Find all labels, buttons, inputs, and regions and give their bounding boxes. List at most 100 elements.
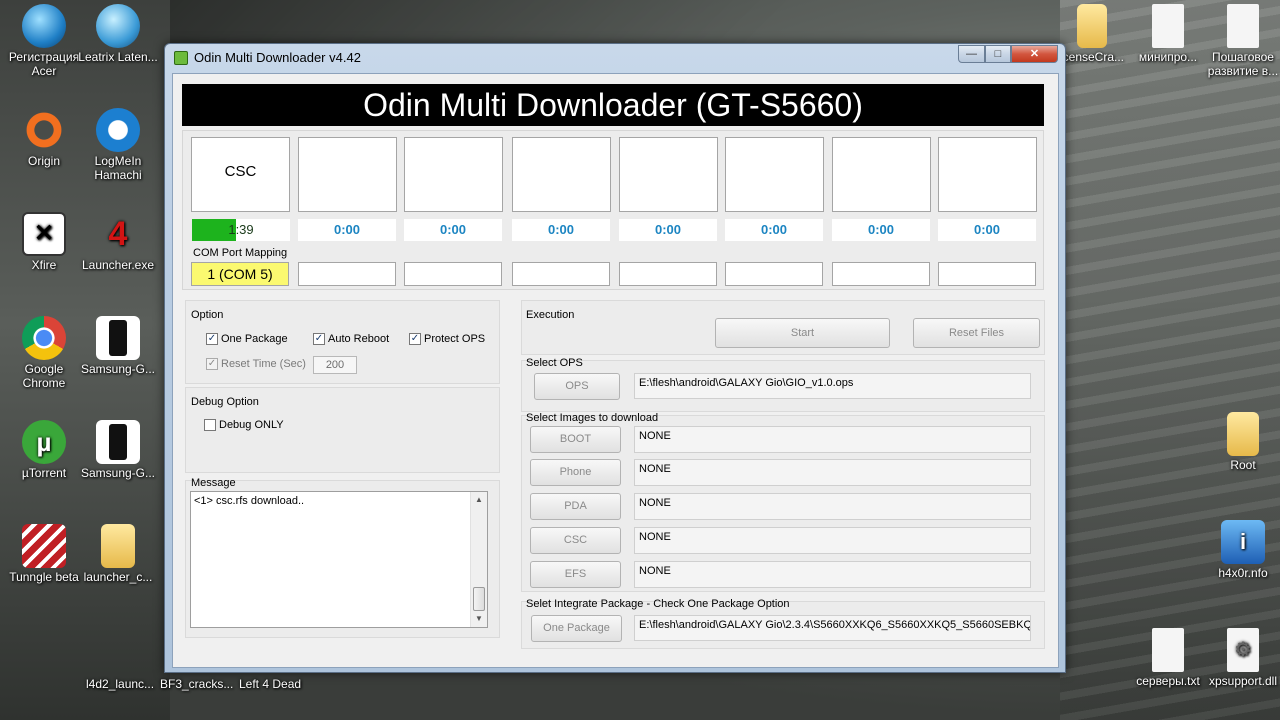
device-slots-panel: CSC 1:39 0:00 0:00 0:00 0:00 0:00 0:00 0… [182, 130, 1044, 290]
option-title: Option [191, 309, 224, 321]
desktop-icon-samsung-2[interactable]: Samsung-G... [78, 420, 158, 480]
slot-4 [512, 137, 611, 212]
desktop-label-l4d2[interactable]: l4d2_launc... [86, 677, 154, 691]
desktop-icon-root[interactable]: Root [1203, 412, 1280, 472]
slot-6-time: 0:00 [725, 219, 823, 241]
desktop-icon-xfire[interactable]: ✕ Xfire [4, 212, 84, 272]
slot-5 [619, 137, 718, 212]
phone-icon [96, 316, 140, 360]
boot-path-field[interactable]: NONE [634, 426, 1031, 453]
gear-file-icon: ⚙ [1227, 628, 1259, 672]
com-port-3 [404, 262, 502, 286]
folder-icon [1077, 4, 1107, 48]
slot-1-time: 1:39 [228, 222, 254, 237]
csc-path-field[interactable]: NONE [634, 527, 1031, 554]
folder-icon [1227, 412, 1259, 456]
window-title: Odin Multi Downloader v4.42 [194, 50, 361, 65]
message-log[interactable]: <1> csc.rfs download.. ▲ ▼ [190, 491, 488, 628]
desktop-label-bf3[interactable]: BF3_cracks... [160, 677, 233, 691]
window-client-area: Odin Multi Downloader (GT-S5660) CSC 1:3… [172, 73, 1059, 668]
select-images-title: Select Images to download [526, 412, 659, 424]
globe-icon [96, 4, 140, 48]
scroll-thumb[interactable] [473, 587, 485, 611]
close-button[interactable]: ✕ [1011, 45, 1058, 63]
desktop-icon-h4x0r[interactable]: i h4x0r.nfo [1203, 520, 1280, 580]
desktop-background-right [1060, 0, 1280, 720]
scroll-up-arrow-icon[interactable]: ▲ [471, 492, 487, 508]
efs-path-field[interactable]: NONE [634, 561, 1031, 588]
com-port-4 [512, 262, 610, 286]
com-port-2 [298, 262, 396, 286]
scroll-down-arrow-icon[interactable]: ▼ [471, 611, 487, 627]
pda-path-field[interactable]: NONE [634, 493, 1031, 520]
phone-button[interactable]: Phone [530, 459, 621, 486]
debug-option-title: Debug Option [191, 396, 259, 408]
slot-2-time: 0:00 [298, 219, 396, 241]
debug-only-label: Debug ONLY [219, 419, 284, 431]
desktop-icon-poshagovoe[interactable]: Пошаговое развитие в... [1203, 4, 1280, 78]
left4dead-icon: 4 [108, 215, 128, 253]
csc-button[interactable]: CSC [530, 527, 621, 554]
integrate-package-path-field[interactable]: E:\flesh\android\GALAXY Gio\2.3.4\S5660X… [634, 615, 1031, 641]
desktop-icon-leatrix[interactable]: Leatrix Laten... [78, 4, 158, 64]
boot-button[interactable]: BOOT [530, 426, 621, 453]
phone-path-field[interactable]: NONE [634, 459, 1031, 486]
ops-path-field[interactable]: E:\flesh\android\GALAXY Gio\GIO_v1.0.ops [634, 373, 1031, 399]
info-icon: i [1221, 520, 1265, 564]
document-icon [1152, 4, 1184, 48]
com-port-6 [725, 262, 823, 286]
window-titlebar[interactable]: Odin Multi Downloader v4.42 — □ ✕ [165, 44, 1065, 72]
ops-button[interactable]: OPS [534, 373, 620, 400]
com-port-5 [619, 262, 717, 286]
pda-button[interactable]: PDA [530, 493, 621, 520]
protect-ops-checkbox[interactable]: ✓ Protect OPS [409, 333, 485, 345]
efs-button[interactable]: EFS [530, 561, 621, 588]
message-group: Message <1> csc.rfs download.. ▲ ▼ [185, 477, 500, 638]
desktop-icon-origin[interactable]: Origin [4, 108, 84, 168]
message-title: Message [191, 477, 236, 489]
document-icon [1152, 628, 1184, 672]
reset-files-button[interactable]: Reset Files [913, 318, 1040, 348]
desktop-icon-launcher[interactable]: 4 Launcher.exe [78, 212, 158, 272]
slot-7-time: 0:00 [832, 219, 930, 241]
desktop-label-left4dead[interactable]: Left 4 Dead [239, 677, 301, 691]
document-icon [1227, 4, 1259, 48]
phone-icon [96, 420, 140, 464]
auto-reboot-checkbox[interactable]: ✓ Auto Reboot [313, 333, 389, 345]
hamachi-icon [96, 108, 140, 152]
integrate-package-title: Selet Integrate Package - Check One Pack… [526, 598, 790, 610]
one-package-checkbox[interactable]: ✓ One Package [206, 333, 288, 345]
integrate-package-group: Selet Integrate Package - Check One Pack… [521, 598, 1045, 649]
com-port-1: 1 (COM 5) [191, 262, 289, 286]
checkmark-icon: ✓ [313, 333, 325, 345]
debug-option-group: Debug Option Debug ONLY [185, 387, 500, 473]
desktop-icon-servers[interactable]: серверы.txt [1128, 628, 1208, 688]
protect-ops-label: Protect OPS [424, 333, 486, 345]
auto-reboot-label: Auto Reboot [328, 333, 390, 345]
slot-3-time: 0:00 [404, 219, 502, 241]
message-scrollbar[interactable]: ▲ ▼ [470, 492, 487, 627]
desktop-icon-utorrent[interactable]: µ µTorrent [4, 420, 84, 480]
reset-time-checkbox[interactable]: ✓ Reset Time (Sec) [206, 358, 306, 370]
debug-only-checkbox[interactable]: Debug ONLY [204, 419, 284, 431]
desktop-icon-launcher-c[interactable]: launcher_c... [78, 524, 158, 584]
desktop-icon-samsung-1[interactable]: Samsung-G... [78, 316, 158, 376]
start-button[interactable]: Start [715, 318, 890, 348]
slot-1-timer: 1:39 [192, 219, 290, 241]
com-port-mapping-label: COM Port Mapping [193, 247, 288, 259]
app-banner: Odin Multi Downloader (GT-S5660) [182, 84, 1044, 126]
desktop-icon-xpsupport[interactable]: ⚙ xpsupport.dll [1203, 628, 1280, 688]
desktop-icon-acer-registration[interactable]: Регистрация Acer [4, 4, 84, 78]
one-package-button[interactable]: One Package [531, 615, 622, 642]
maximize-button[interactable]: □ [985, 45, 1011, 63]
utorrent-icon: µ [22, 420, 66, 464]
message-text: <1> csc.rfs download.. [194, 495, 305, 507]
desktop-icon-hamachi[interactable]: LogMeIn Hamachi [78, 108, 158, 182]
desktop-icon-chrome[interactable]: Google Chrome [4, 316, 84, 390]
desktop-icon-tunngle[interactable]: Tunngle beta [4, 524, 84, 584]
desktop-icon-minipro[interactable]: минипро... [1128, 4, 1208, 64]
minimize-button[interactable]: — [958, 45, 985, 63]
reset-time-input[interactable]: 200 [313, 356, 357, 374]
slot-7 [832, 137, 931, 212]
select-ops-group: Select OPS OPS E:\flesh\android\GALAXY G… [521, 357, 1045, 412]
